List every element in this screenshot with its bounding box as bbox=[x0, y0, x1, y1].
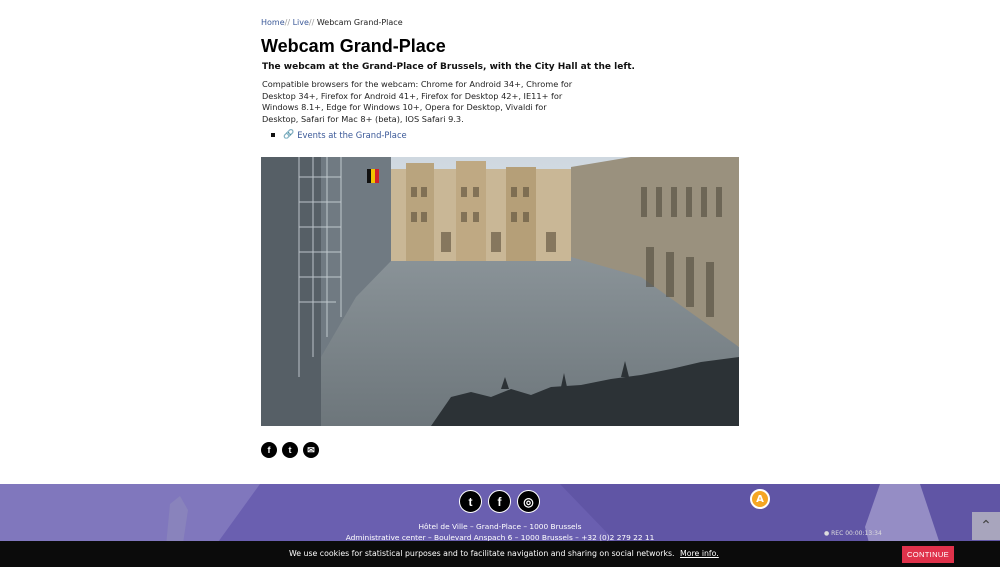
page-title: Webcam Grand-Place bbox=[261, 36, 446, 56]
facebook-icon[interactable]: f bbox=[488, 490, 511, 513]
rec-overlay-text: ● REC 00:00:13:34 bbox=[824, 530, 882, 537]
cookie-banner: We use cookies for statistical purposes … bbox=[0, 541, 1000, 567]
email-share-icon[interactable]: ✉ bbox=[303, 442, 319, 458]
instagram-icon[interactable]: ◎ bbox=[517, 490, 540, 513]
breadcrumb: Home// Live// Webcam Grand-Place bbox=[261, 18, 403, 27]
page-subtitle: The webcam at the Grand-Place of Brussel… bbox=[262, 62, 635, 72]
breadcrumb-home[interactable]: Home bbox=[261, 18, 285, 27]
related-links: 🔗 Events at the Grand-Place bbox=[271, 130, 407, 140]
cookie-continue-button[interactable]: CONTINUE bbox=[902, 546, 954, 563]
link-icon: 🔗 bbox=[283, 130, 295, 140]
twitter-icon[interactable]: t bbox=[459, 490, 482, 513]
back-to-top-button[interactable]: ⌃ bbox=[972, 512, 1000, 540]
bullet bbox=[271, 133, 275, 137]
breadcrumb-current: Webcam Grand-Place bbox=[316, 18, 403, 27]
breadcrumb-live[interactable]: Live bbox=[293, 18, 309, 27]
cookie-text: We use cookies for statistical purposes … bbox=[289, 549, 675, 558]
share-buttons: f t ✉ bbox=[261, 442, 319, 458]
webcam-scene bbox=[261, 157, 739, 426]
breadcrumb-separator: // bbox=[284, 18, 291, 27]
cookie-message: We use cookies for statistical purposes … bbox=[289, 549, 719, 558]
webcam-image bbox=[261, 157, 739, 426]
compatibility-description: Compatible browsers for the webcam: Chro… bbox=[262, 79, 573, 124]
cookie-more-info-link[interactable]: More info. bbox=[680, 549, 719, 558]
events-link[interactable]: Events at the Grand-Place bbox=[297, 130, 406, 140]
facebook-share-icon[interactable]: f bbox=[261, 442, 277, 458]
accessibility-badge-icon[interactable]: A bbox=[750, 489, 770, 509]
list-item: 🔗 Events at the Grand-Place bbox=[271, 130, 407, 140]
breadcrumb-separator: // bbox=[308, 18, 315, 27]
footer-social: t f ◎ bbox=[459, 490, 540, 513]
twitter-share-icon[interactable]: t bbox=[282, 442, 298, 458]
